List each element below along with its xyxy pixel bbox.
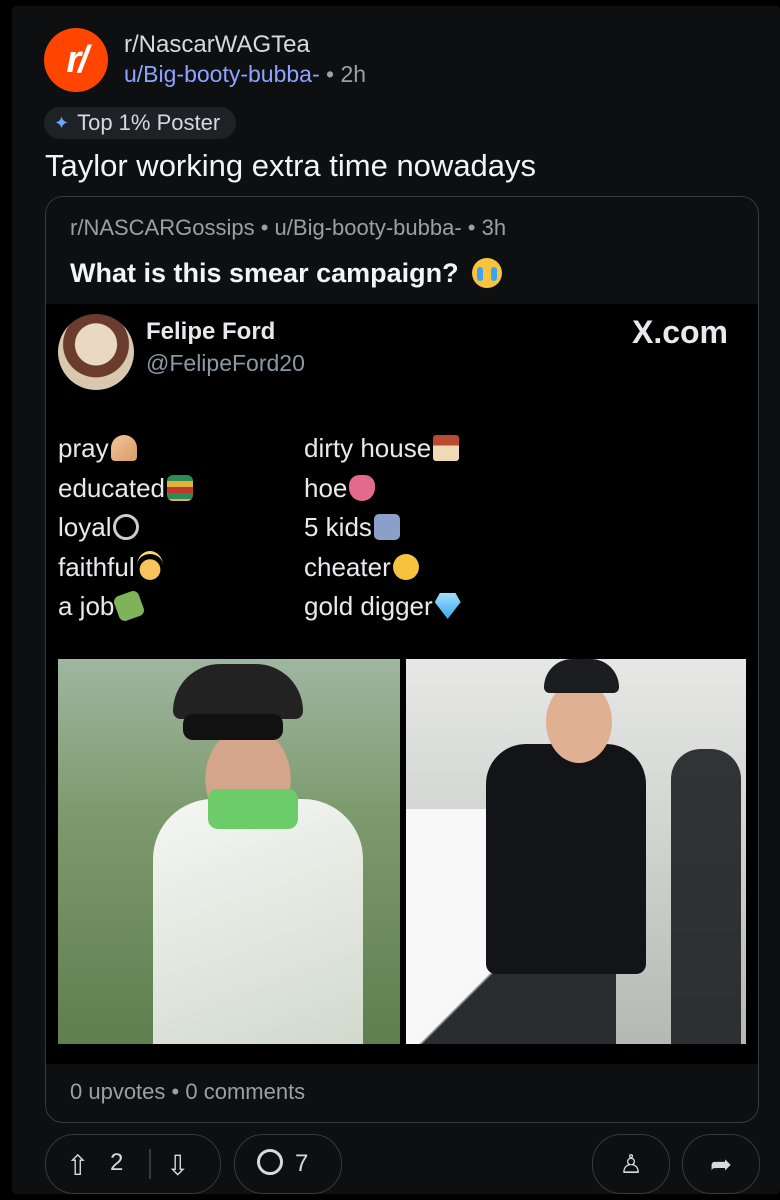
list-item: a job: [58, 587, 193, 627]
downvote-arrow-icon[interactable]: ⇩: [166, 1149, 189, 1182]
vote-bar: ⇧ 2 ⇩: [45, 1134, 221, 1194]
head: [546, 681, 612, 763]
subreddit-name[interactable]: r/NascarWAGTea: [124, 31, 310, 59]
sparkle-icon: ✦: [54, 112, 70, 133]
team-shirt: [486, 744, 646, 974]
meta-separator: •: [326, 61, 341, 87]
crosspost-meta: r/NASCARGossips • u/Big-booty-bubba- • 3…: [70, 215, 506, 241]
tweet-author-name: Felipe Ford: [146, 318, 276, 345]
post-meta: u/Big-booty-bubba- • 2h: [124, 61, 366, 88]
gem-icon: [434, 593, 461, 619]
crosspost-age: 3h: [481, 215, 507, 240]
list-item: 5 kids: [304, 508, 461, 548]
comments-button[interactable]: 7: [234, 1134, 342, 1194]
books-icon: [166, 474, 193, 501]
crosspost-title: What is this smear campaign?: [70, 258, 503, 289]
crosspost-author[interactable]: u/Big-booty-bubba-: [275, 215, 462, 240]
collar: [208, 789, 298, 829]
list-item: dirty house: [304, 429, 461, 469]
meta-separator: •: [171, 1079, 186, 1104]
crosspost-card[interactable]: r/NASCARGossips • u/Big-booty-bubba- • 3…: [45, 196, 759, 1123]
firesuit: [153, 799, 363, 1044]
list-item: faithful: [58, 548, 193, 588]
crosspost-upvotes: 0 upvotes: [70, 1079, 166, 1104]
comment-bubble-icon: [257, 1149, 283, 1175]
cap: [173, 664, 303, 719]
crying-face-icon: [472, 258, 503, 288]
tweet-left-list: pray educated loyal faithful a job: [58, 429, 193, 627]
user-flair: ✦ Top 1% Poster: [44, 107, 237, 139]
crosspost-comments: 0 comments: [185, 1079, 306, 1104]
vote-count: 2: [110, 1149, 124, 1176]
award-button[interactable]: ♙: [592, 1134, 670, 1194]
crosspost-stats: 0 upvotes • 0 comments: [70, 1079, 305, 1105]
list-item: cheater: [304, 548, 461, 588]
award-icon: ♙: [619, 1148, 643, 1179]
list-item: pray: [58, 429, 193, 469]
meta-separator: •: [260, 215, 275, 240]
list-item: loyal: [58, 508, 193, 548]
list-item: educated: [58, 469, 193, 509]
tongue-icon: [349, 474, 376, 501]
author-link[interactable]: u/Big-booty-bubba-: [124, 61, 320, 87]
money-wings-icon: [112, 589, 147, 623]
praying-hands-icon: [110, 435, 137, 461]
post-page: r/ r/NascarWAGTea u/Big-booty-bubba- • 2…: [12, 6, 780, 1194]
family-icon: [373, 514, 400, 540]
tweet-right-list: dirty house hoe 5 kids cheater gold digg…: [304, 429, 461, 627]
angel-icon: [136, 550, 163, 580]
tweet-author-handle: @FelipeFord20: [146, 350, 305, 376]
house-icon: [433, 435, 460, 461]
embedded-tweet-image[interactable]: Felipe Ford @FelipeFord20 X.com pray edu…: [46, 304, 758, 1064]
driver-photo-right: [406, 659, 746, 1044]
comment-count: 7: [295, 1150, 309, 1177]
thinking-face-icon: [392, 553, 419, 580]
post-age: 2h: [340, 61, 367, 87]
share-arrow-icon: ➦: [710, 1148, 732, 1179]
meta-separator: •: [467, 215, 482, 240]
driver-photo-left: [58, 659, 400, 1044]
crosspost-subreddit[interactable]: r/NASCARGossips: [70, 215, 255, 240]
subreddit-icon[interactable]: r/: [44, 28, 108, 92]
post-title: Taylor working extra time nowadays: [45, 148, 537, 183]
cap: [544, 659, 619, 693]
crew-member: [671, 749, 741, 1044]
list-item: gold digger: [304, 587, 461, 627]
share-button[interactable]: ➦: [682, 1134, 760, 1194]
crosspost-title-text: What is this smear campaign?: [70, 258, 459, 288]
divider: [149, 1149, 151, 1179]
flair-text: Top 1% Poster: [77, 110, 221, 135]
ring-icon: [113, 514, 140, 540]
upvote-arrow-icon[interactable]: ⇧: [66, 1149, 89, 1182]
x-logo-icon: X.com: [631, 314, 728, 350]
list-item: hoe: [304, 469, 461, 509]
avatar: [58, 314, 134, 390]
sunglasses: [183, 714, 283, 740]
